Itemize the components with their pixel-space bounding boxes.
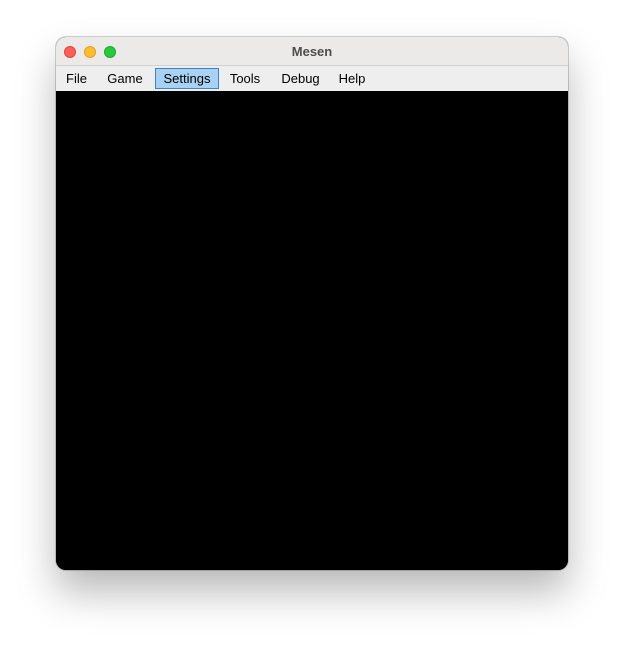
menu-tools[interactable]: Tools <box>223 68 267 89</box>
menu-bar: File Game Settings Tools Debug Help <box>56 66 568 91</box>
menu-file[interactable]: File <box>60 68 93 89</box>
menu-game[interactable]: Game <box>101 68 149 89</box>
menu-debug[interactable]: Debug <box>275 68 326 89</box>
game-display-area[interactable] <box>56 91 568 570</box>
menu-settings[interactable]: Settings <box>155 68 219 89</box>
window-title: Mesen <box>291 44 333 59</box>
app-window: Mesen File Game Settings Tools Debug Hel… <box>56 37 568 570</box>
menu-help[interactable]: Help <box>333 68 371 89</box>
title-bar[interactable]: Mesen <box>56 37 568 66</box>
